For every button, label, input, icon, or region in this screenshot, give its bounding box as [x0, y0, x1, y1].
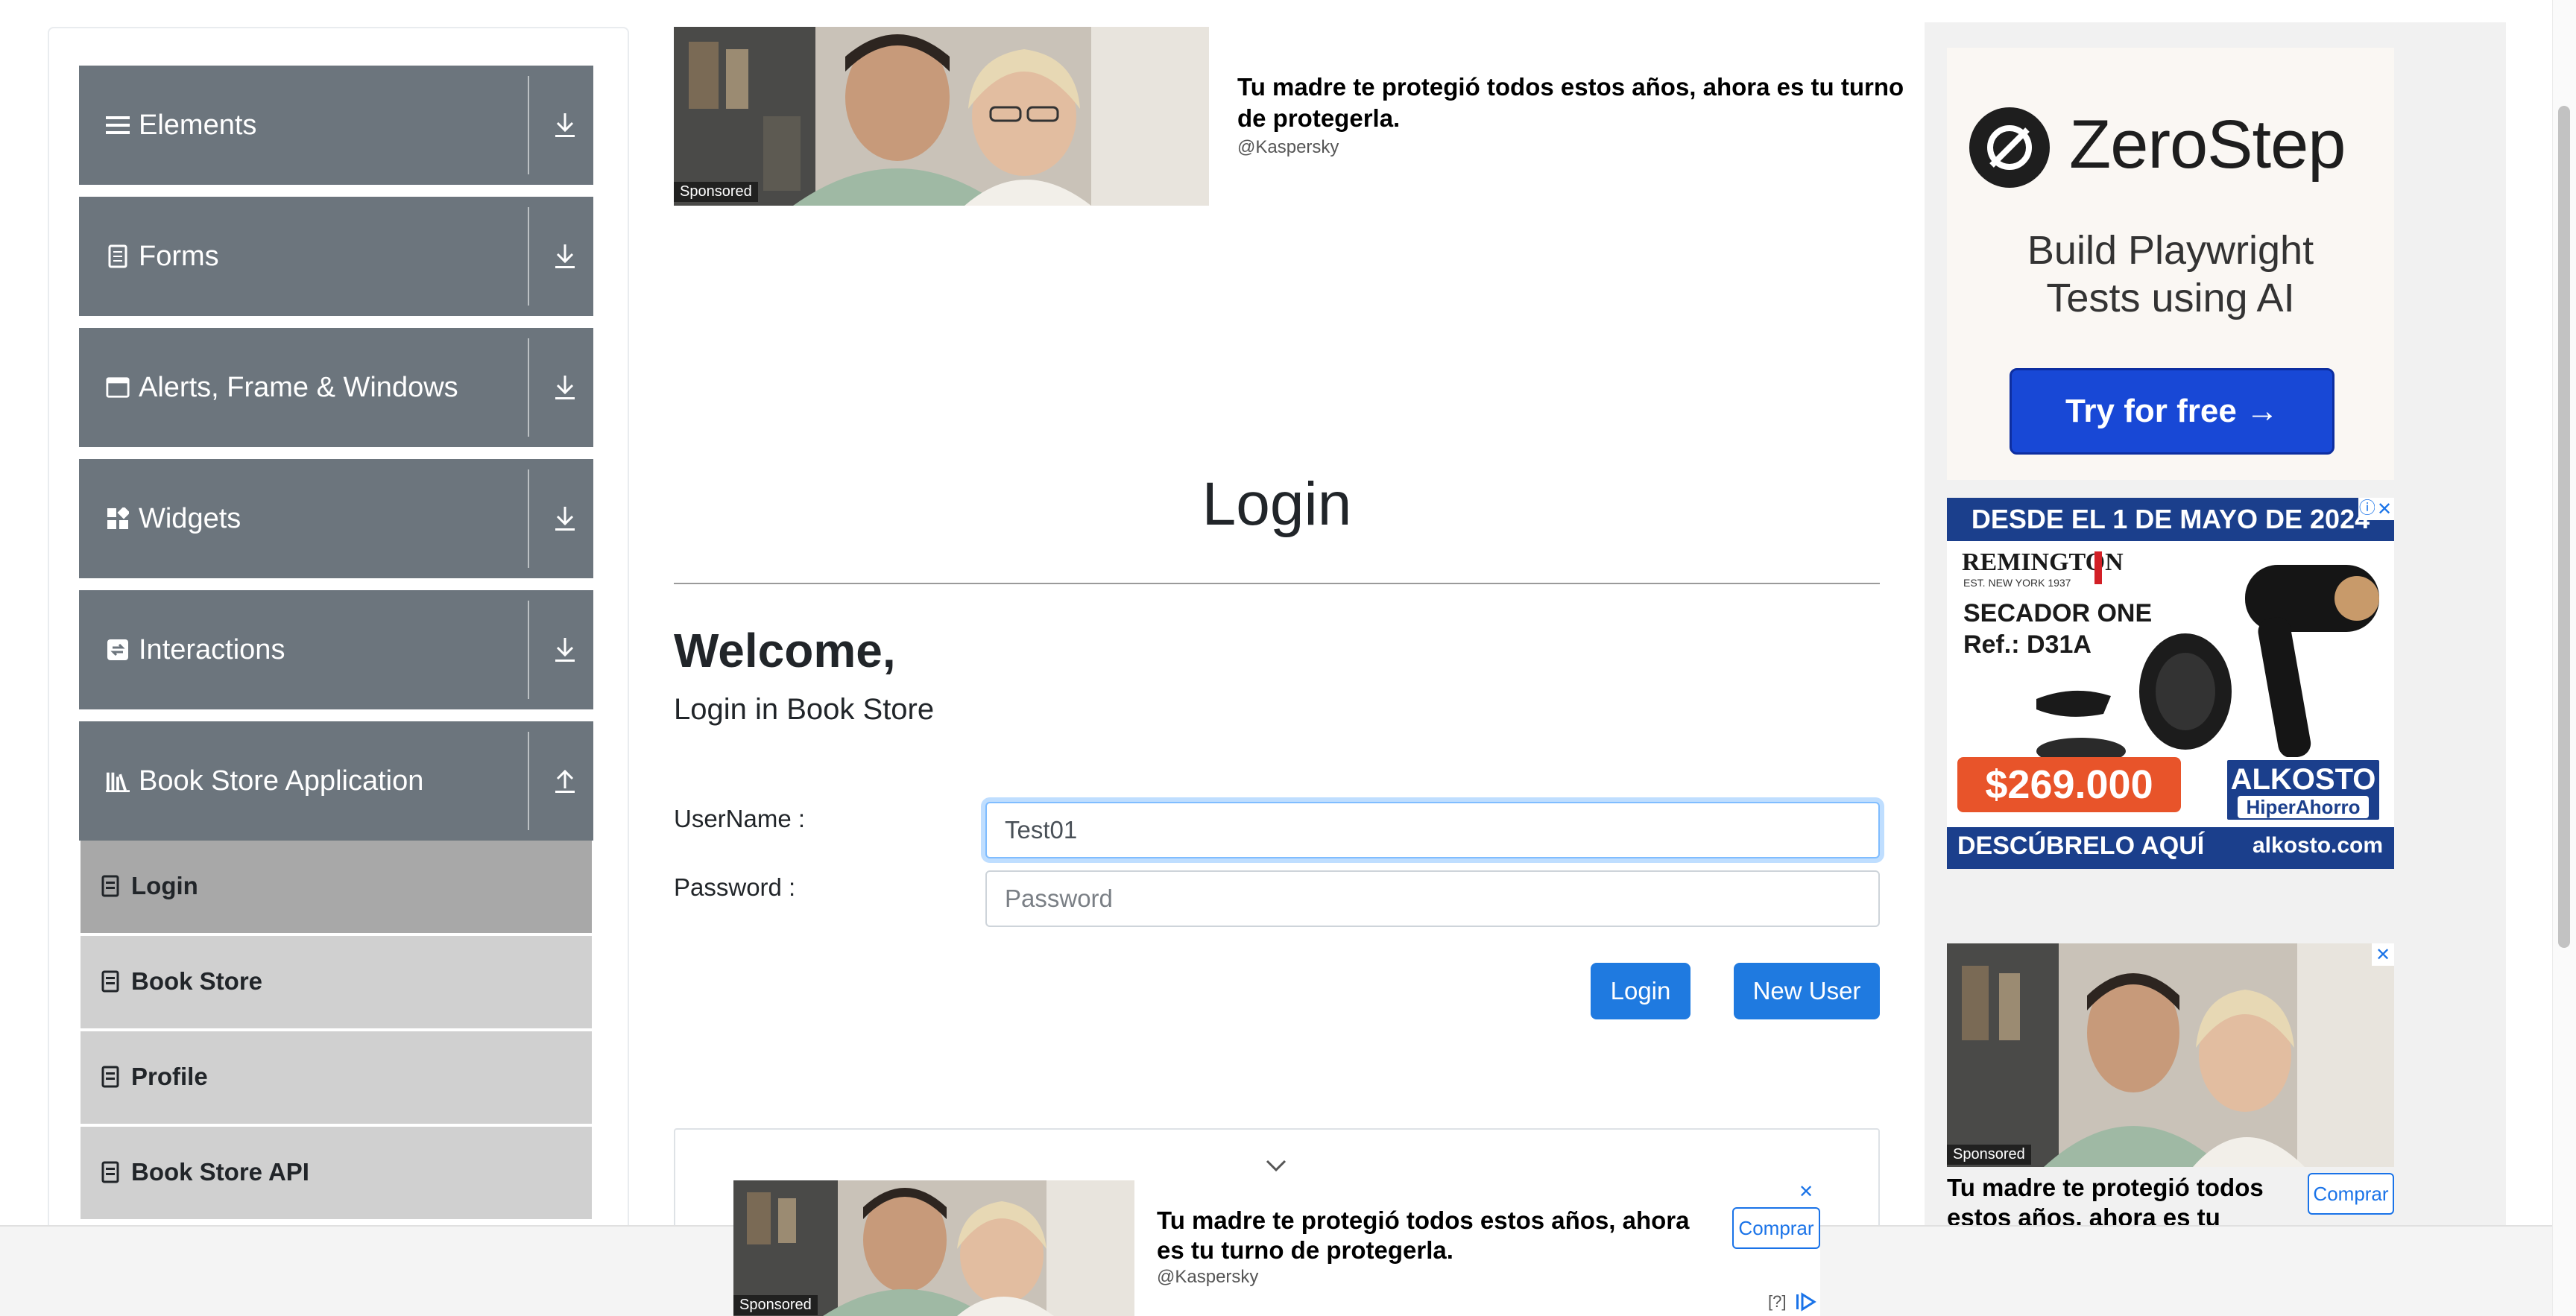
remington-cta[interactable]: DESCÚBRELO AQUÍ — [1957, 832, 2204, 861]
comprar-button[interactable]: Comprar — [2308, 1173, 2394, 1215]
remington-ad[interactable]: DESDE EL 1 DE MAYO DE 2024 REMINGTON EST… — [1947, 498, 2394, 869]
book-icon — [101, 1161, 119, 1183]
interactions-icon — [106, 636, 130, 663]
new-user-button[interactable]: New User — [1734, 963, 1880, 1019]
ad-image[interactable]: Sponsored — [674, 27, 1209, 206]
divider — [528, 469, 529, 568]
zerostep-headline-line: Tests using AI — [2046, 276, 2295, 320]
ad-info-link[interactable]: [?] — [1768, 1292, 1786, 1312]
zerostep-headline-line: Build Playwright — [2027, 228, 2314, 273]
zerostep-brand: ZeroStep — [2069, 107, 2346, 183]
sidebar-group-label: Elements — [139, 110, 257, 141]
sidebar-group-forms[interactable]: Forms — [79, 197, 593, 316]
username-input[interactable] — [985, 802, 1880, 858]
chevron-down-icon[interactable] — [1261, 1155, 1291, 1176]
ad-title[interactable]: Tu madre te protegió todos estos años, a… — [1157, 1206, 1723, 1265]
sidebar-group-label: Widgets — [139, 503, 242, 534]
form-icon — [106, 243, 130, 270]
book-icon — [101, 1066, 119, 1088]
divider — [528, 76, 529, 174]
login-subheading: Login in Book Store — [674, 693, 935, 726]
sponsored-label: Sponsored — [733, 1295, 818, 1315]
zerostep-logo-icon — [1969, 107, 2050, 188]
ad-source: @Kaspersky — [1157, 1267, 1259, 1287]
remington-banner: DESDE EL 1 DE MAYO DE 2024 — [1947, 498, 2394, 541]
sidebar-item-book-store-api[interactable]: Book Store API — [80, 1127, 592, 1219]
divider — [528, 732, 529, 830]
sidebar-group-label: Alerts, Frame & Windows — [139, 372, 458, 403]
sidebar-item-label: Profile — [131, 1063, 208, 1090]
login-button[interactable]: Login — [1591, 963, 1690, 1019]
ad-title[interactable]: Tu madre te protegió todos estos años, a… — [1237, 72, 1923, 134]
remington-site: alkosto.com — [2253, 833, 2384, 858]
sidebar-item-label: Login — [131, 872, 198, 899]
scrollbar-thumb[interactable] — [2558, 106, 2570, 948]
sidebar-group-interactions[interactable]: Interactions — [79, 590, 593, 709]
ad-image[interactable]: Sponsored — [1947, 943, 2394, 1167]
sidebar-item-profile[interactable]: Profile — [80, 1031, 592, 1124]
close-icon[interactable]: ✕ — [1795, 1180, 1817, 1203]
sidebar-group-widgets[interactable]: Widgets — [79, 459, 593, 578]
sidebar-item-label: Book Store API — [131, 1158, 309, 1186]
sidebar-group-book-store-application[interactable]: Book Store Application — [79, 721, 593, 841]
close-icon[interactable]: ✕ — [2375, 498, 2394, 520]
sidebar-group-elements[interactable]: Elements — [79, 66, 593, 185]
sidebar-item-label: Book Store — [131, 967, 263, 995]
divider — [528, 601, 529, 699]
list-icon — [106, 112, 130, 139]
divider — [528, 207, 529, 306]
alkosto-sub: HiperAhorro — [2238, 796, 2369, 818]
adchoices-icon[interactable] — [1795, 1292, 1817, 1312]
sponsored-label: Sponsored — [674, 182, 758, 202]
divider — [528, 338, 529, 437]
sidebar-group-label: Forms — [139, 241, 219, 272]
page-title: Login — [1202, 470, 1352, 538]
download-arrow-icon[interactable] — [549, 371, 581, 404]
sidebar-item-login[interactable]: Login — [80, 841, 592, 933]
welcome-heading: Welcome, — [674, 624, 896, 677]
password-input[interactable] — [985, 870, 1880, 927]
download-arrow-icon[interactable] — [549, 502, 581, 535]
zerostep-headline: Build Playwright Tests using AI — [1947, 227, 2394, 322]
download-arrow-icon[interactable] — [549, 240, 581, 273]
close-icon[interactable]: ✕ — [2372, 943, 2394, 966]
sidebar-group-label: Interactions — [139, 634, 285, 665]
alkosto-badge: ALKOSTO HiperAhorro — [2224, 757, 2382, 823]
sidebar-item-book-store[interactable]: Book Store — [80, 936, 592, 1028]
widgets-icon — [106, 505, 130, 532]
remington-price: $269.000 — [1957, 757, 2181, 812]
upload-arrow-icon[interactable] — [549, 765, 581, 797]
anchor-ad[interactable]: Sponsored Tu madre te protegió todos est… — [733, 1180, 1820, 1316]
zerostep-ad[interactable]: ZeroStep Build Playwright Tests using AI… — [1947, 48, 2394, 480]
alkosto-name: ALKOSTO — [2230, 763, 2376, 796]
sponsored-label: Sponsored — [1947, 1145, 2031, 1165]
download-arrow-icon[interactable] — [549, 109, 581, 142]
window-icon — [106, 374, 130, 401]
ad-source: @Kaspersky — [1237, 137, 1339, 157]
hair-dryer-image — [2036, 565, 2379, 765]
divider — [674, 583, 1880, 584]
sidebar-group-alerts-frame-windows[interactable]: Alerts, Frame & Windows — [79, 328, 593, 447]
comprar-button[interactable]: Comprar — [1732, 1207, 1820, 1249]
ad-info-icon[interactable]: ⓘ — [2358, 498, 2376, 520]
download-arrow-icon[interactable] — [549, 633, 581, 666]
ad-image[interactable]: Sponsored — [733, 1180, 1134, 1316]
book-icon — [101, 875, 119, 897]
zerostep-cta-button[interactable]: Try for free → — [2010, 368, 2334, 455]
sidebar-group-label: Book Store Application — [139, 765, 424, 797]
book-icon — [101, 970, 119, 993]
books-icon — [106, 768, 130, 794]
username-label: UserName : — [674, 805, 806, 832]
password-label: Password : — [674, 873, 796, 901]
